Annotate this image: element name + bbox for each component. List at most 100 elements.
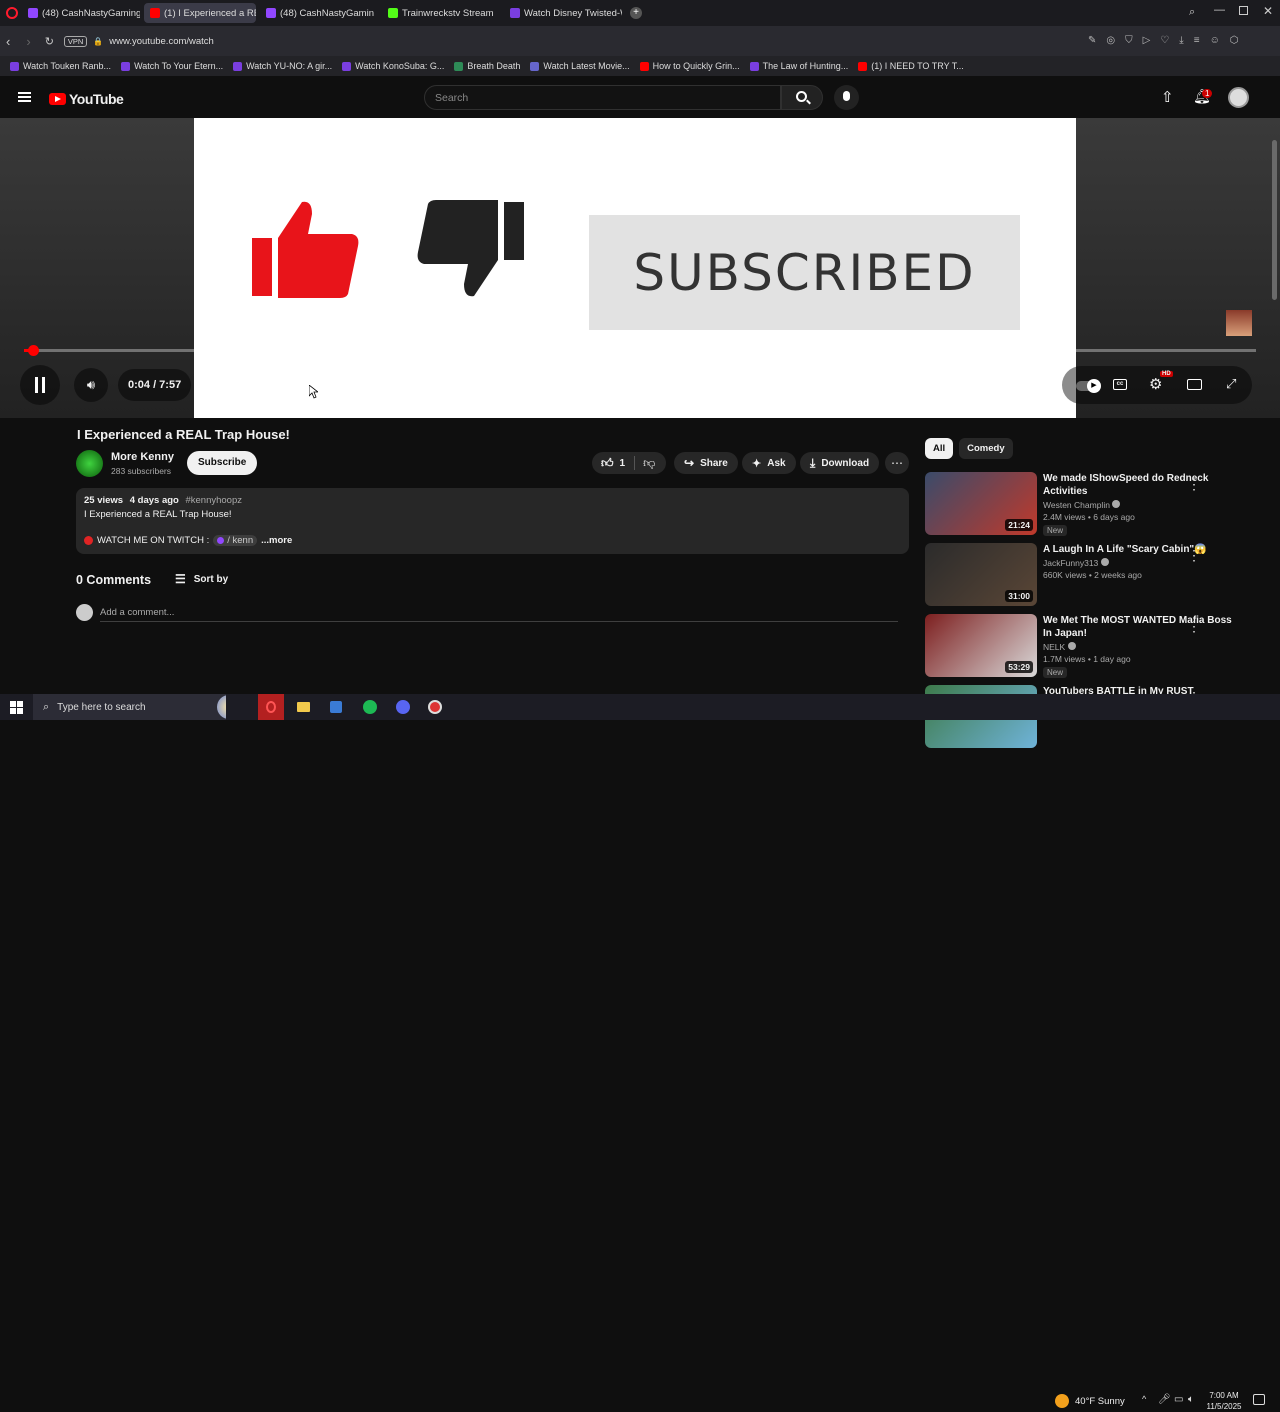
url-field[interactable]: www.youtube.com/watch: [109, 36, 214, 47]
browser-tab[interactable]: Watch Disney Twisted-W: [504, 3, 622, 23]
search-box[interactable]: Search: [424, 85, 781, 110]
store-icon[interactable]: [330, 701, 342, 713]
subscribe-button[interactable]: Subscribe: [187, 451, 258, 475]
twitch-link[interactable]: / kenn: [213, 535, 258, 546]
captions-icon[interactable]: cc: [1113, 379, 1127, 390]
voice-search-button[interactable]: [834, 85, 859, 110]
more-actions-button[interactable]: ⋯: [885, 452, 909, 474]
network-icon[interactable]: ▭: [1174, 1394, 1183, 1405]
vpn-badge[interactable]: VPN: [63, 35, 88, 47]
like-button[interactable]: 👍︎ 1: [592, 456, 625, 471]
bookmark-item[interactable]: Watch Latest Movie...: [530, 61, 630, 71]
recommendation-title[interactable]: A Laugh In A Life "Scary Cabin"😱: [1043, 543, 1243, 556]
miniplayer-icon[interactable]: [1187, 379, 1202, 390]
video-frame[interactable]: SUBSCRIBED: [194, 118, 1076, 418]
reload-icon[interactable]: ↻: [45, 35, 54, 48]
volume-button[interactable]: 🔊︎: [74, 368, 108, 402]
description-box[interactable]: 25 views 4 days ago #kennyhoopz I Experi…: [76, 488, 909, 554]
account-avatar[interactable]: [1228, 87, 1249, 108]
fullscreen-icon[interactable]: ⤢: [1226, 376, 1236, 392]
show-more-link[interactable]: ...more: [261, 535, 292, 546]
profile-icon[interactable]: ☺: [1210, 35, 1220, 46]
more-options-icon[interactable]: ⋮: [1187, 476, 1201, 493]
search-button[interactable]: [781, 85, 823, 110]
recommendation-item[interactable]: 31:00 A Laugh In A Life "Scary Cabin"😱 Jac…: [925, 543, 1265, 609]
file-explorer-icon[interactable]: [297, 702, 310, 712]
video-thumbnail[interactable]: 21:24: [925, 472, 1037, 535]
video-thumbnail[interactable]: 31:00: [925, 543, 1037, 606]
edit-icon[interactable]: ✎: [1088, 35, 1096, 46]
settings-gear-icon[interactable]: ⚙: [1149, 375, 1162, 393]
camera-icon[interactable]: ◎: [1106, 35, 1115, 46]
browser-tab[interactable]: Trainwreckstv Stream: [382, 3, 500, 23]
recommendation-channel[interactable]: JackFunny313: [1043, 558, 1243, 568]
bookmark-item[interactable]: (1) I NEED TO TRY T...: [858, 61, 964, 71]
bookmark-item[interactable]: Watch KonoSuba: G...: [342, 61, 444, 71]
hashtag-link[interactable]: #kennyhoopz: [185, 495, 242, 506]
windows-start-icon[interactable]: [10, 700, 23, 714]
browser-tab[interactable]: (48) CashNastyGaming: [22, 3, 140, 23]
speaker-tray-icon[interactable]: 🔈︎: [1188, 1394, 1194, 1405]
channel-watermark[interactable]: [1226, 310, 1252, 336]
page-scrollbar[interactable]: [1272, 140, 1277, 300]
maximize-icon[interactable]: [1239, 6, 1248, 15]
bookmark-item[interactable]: The Law of Hunting...: [749, 61, 848, 71]
bookmark-item[interactable]: Breath Death: [454, 61, 520, 71]
recommendation-item[interactable]: 53:29 We Met The MOST WANTED Mafia Boss I…: [925, 614, 1265, 680]
sort-by-button[interactable]: ☰ Sort by: [175, 572, 228, 586]
channel-name[interactable]: More Kenny: [111, 451, 174, 463]
more-options-icon[interactable]: ⋮: [1187, 618, 1201, 635]
back-icon[interactable]: ‹: [6, 34, 10, 49]
recommendation-item[interactable]: 21:24 We made IShowSpeed do Redneck Activ…: [925, 472, 1265, 538]
bookmark-item[interactable]: Watch Touken Ranb...: [10, 61, 111, 71]
tray-chevron-icon[interactable]: ^: [1142, 1394, 1146, 1404]
notification-center-icon[interactable]: [1253, 1394, 1265, 1405]
mic-tray-icon[interactable]: 🎤︎: [1158, 1394, 1171, 1405]
pause-button[interactable]: [20, 365, 60, 405]
download-icon[interactable]: ⤓: [1179, 35, 1183, 46]
new-tab-icon[interactable]: +: [630, 7, 642, 19]
youtube-logo[interactable]: YouTube: [49, 91, 124, 107]
progress-track[interactable]: [24, 349, 1256, 352]
bookmark-item[interactable]: Watch To Your Etern...: [121, 61, 223, 71]
minimize-icon[interactable]: —: [1214, 4, 1225, 16]
menu-icon[interactable]: ≡: [1194, 35, 1200, 46]
app-icon[interactable]: [428, 700, 442, 714]
video-player[interactable]: SUBSCRIBED 🔊︎ 0:04 / 7:57 ▶ cc ⚙ HD ⤢: [0, 118, 1280, 418]
filter-chip[interactable]: Comedy: [959, 438, 1013, 459]
more-options-icon[interactable]: ⋮: [1187, 547, 1201, 564]
bookmark-item[interactable]: How to Quickly Grin...: [639, 61, 740, 71]
taskbar-search[interactable]: ⌕ Type here to search: [33, 694, 226, 720]
heart-icon[interactable]: ♡: [1160, 35, 1169, 46]
forward-icon[interactable]: ›: [26, 34, 30, 49]
close-icon[interactable]: ✕: [1263, 4, 1273, 18]
autoplay-toggle[interactable]: ▶: [1076, 379, 1101, 393]
search-tabs-icon[interactable]: ⌕: [1189, 6, 1195, 19]
recommendation-channel[interactable]: Westen Champlin: [1043, 500, 1243, 510]
share-button[interactable]: ↪ Share: [674, 452, 738, 474]
hamburger-menu-icon[interactable]: [18, 92, 31, 102]
ask-button[interactable]: ✦ Ask: [742, 452, 796, 474]
dislike-button[interactable]: 👎︎: [635, 456, 655, 471]
browser-tab[interactable]: (48) CashNastyGamin: [260, 3, 378, 23]
search-input[interactable]: Search: [435, 92, 468, 104]
recommendation-title[interactable]: We Met The MOST WANTED Mafia Boss In Jap…: [1043, 614, 1243, 640]
download-button[interactable]: ⤓ Download: [800, 452, 880, 474]
filter-chip[interactable]: All: [925, 438, 954, 459]
recommendation-title[interactable]: We made IShowSpeed do Redneck Activities: [1043, 472, 1243, 498]
bookmark-item[interactable]: Watch YU-NO: A gir...: [233, 61, 332, 71]
weather-text[interactable]: 40°F Sunny: [1075, 1396, 1125, 1407]
spotify-icon[interactable]: [363, 700, 377, 714]
opera-logo-icon[interactable]: [6, 7, 18, 19]
shield-icon[interactable]: ⛉: [1125, 35, 1133, 46]
recommendation-channel[interactable]: NELK: [1043, 642, 1243, 652]
browser-tab[interactable]: (1) I Experienced a RE: [144, 3, 256, 23]
video-thumbnail[interactable]: 53:29: [925, 614, 1037, 677]
discord-icon[interactable]: [396, 700, 410, 714]
extensions-icon[interactable]: ⬡: [1230, 35, 1239, 46]
play-icon[interactable]: ▷: [1143, 35, 1151, 46]
upload-icon[interactable]: ⇧: [1161, 88, 1174, 106]
channel-avatar[interactable]: [76, 450, 103, 477]
clock[interactable]: 7:00 AM 11/5/2025: [1203, 1390, 1245, 1412]
opera-taskbar-icon[interactable]: [258, 694, 284, 720]
